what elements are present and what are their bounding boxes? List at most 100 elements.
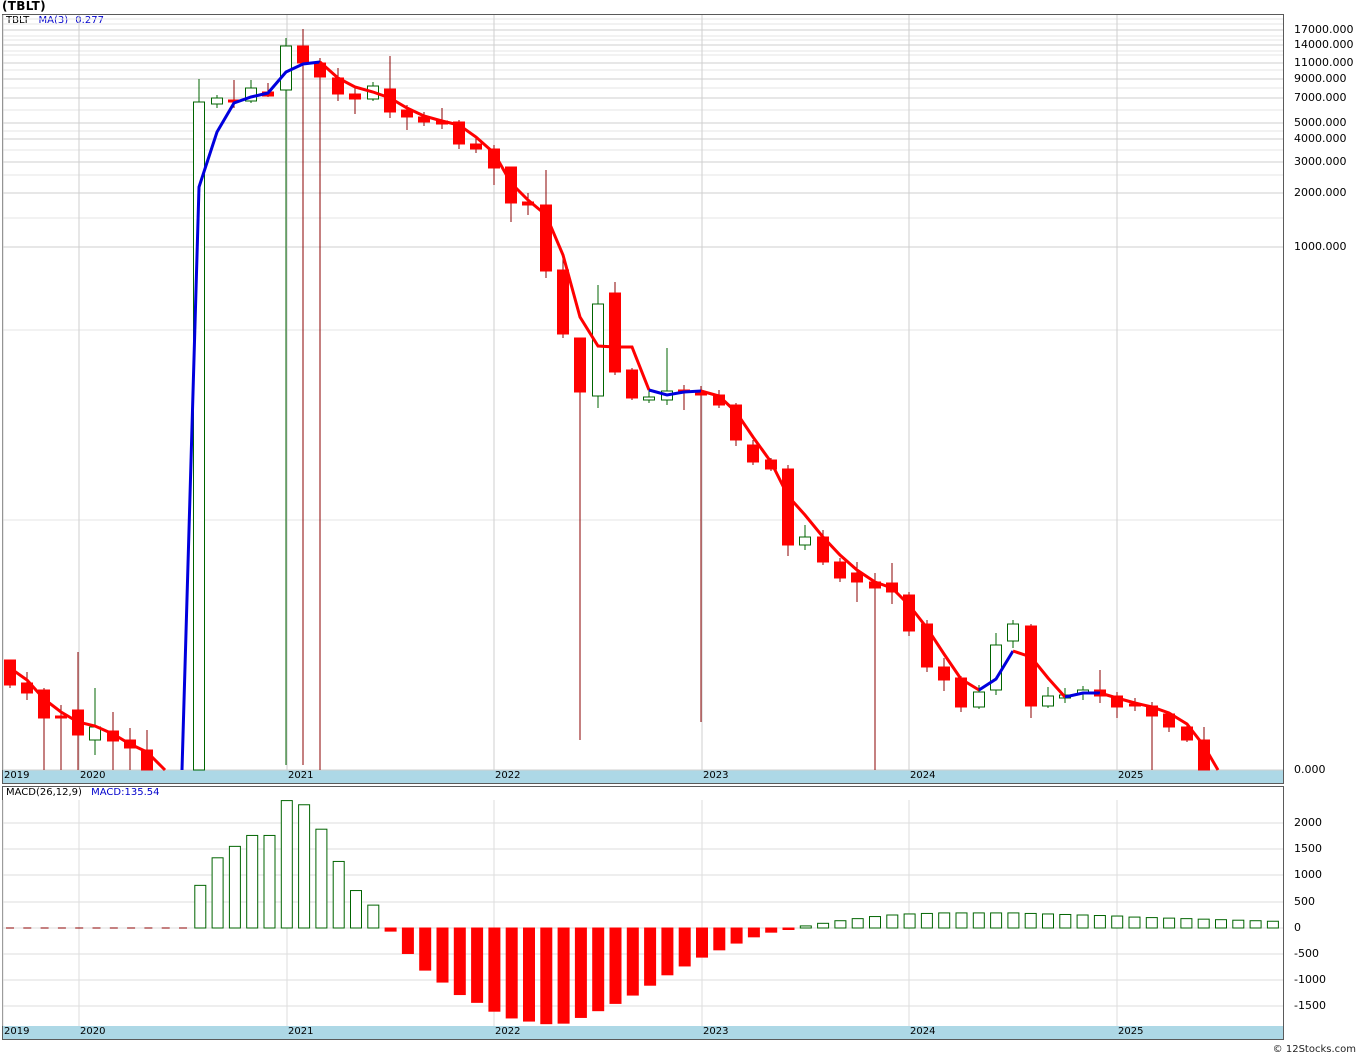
macd-bar [1197,918,1210,929]
macd-bar [990,912,1003,929]
ma3-line-segment [648,388,702,397]
macd-x-tick-label: 2020 [80,1026,106,1037]
macd-bar [419,927,432,971]
candle-down [349,93,361,100]
candle-up [1007,623,1019,642]
macd-bar [540,927,553,1025]
macd-bar [436,927,449,983]
price-y-tick-label: 3000.000 [1294,155,1347,168]
macd-bar [782,927,795,930]
macd-bar [678,927,691,967]
price-y-tick-label: 5000.000 [1294,116,1347,129]
price-x-tick-label: 2020 [80,770,106,781]
macd-bar [1180,918,1193,929]
chart-canvas [2,15,1283,1026]
price-y-tick-label: 1000.000 [1294,240,1347,253]
macd-y-tick-label: 2000 [1294,816,1322,829]
macd-y-tick-label: 1000 [1294,868,1322,881]
candle-down [938,666,950,681]
price-x-tick-label: 2024 [910,770,936,781]
price-y-tick-label: 2000.000 [1294,186,1347,199]
macd-bar [817,922,830,929]
copyright: © 12Stocks.com [1272,1044,1356,1055]
macd-x-tick-label: 2019 [4,1026,30,1037]
macd-x-tick-label: 2024 [910,1026,936,1037]
macd-bar [1249,920,1262,929]
candle-up [799,536,811,546]
macd-bar [1232,919,1245,929]
candle-up [643,396,655,401]
macd-bar [1042,913,1054,929]
macd-bar [557,927,570,1024]
macd-x-tick-label: 2023 [703,1026,729,1037]
candle-down [782,468,794,546]
macd-bar [1076,914,1089,929]
macd-x-tick-label: 2025 [1118,1026,1144,1037]
macd-bar [730,927,743,944]
macd-bar [955,912,968,929]
macd-bar [505,927,518,1019]
macd-bar [1266,920,1279,929]
ma3-line-segment [1012,649,1067,699]
macd-bar [1128,916,1141,929]
candle-down [834,561,846,579]
candle-up [280,45,292,91]
macd-bar [367,904,380,929]
candle-up [211,97,223,105]
price-y-tick-label: 9000.000 [1294,72,1347,85]
macd-y-tick-label: 500 [1294,895,1315,908]
macd-bar [609,927,622,1004]
macd-bar [765,927,778,933]
macd-bar [315,828,328,929]
macd-bar [1007,912,1020,929]
macd-bar [799,925,812,929]
macd-bar [471,927,484,1003]
price-x-tick-label: 2022 [495,770,521,781]
price-y-tick-label: 7000.000 [1294,91,1347,104]
macd-x-tick-label: 2022 [495,1026,521,1037]
price-y-tick-label: 4000.000 [1294,132,1347,145]
macd-bar [401,927,414,954]
price-y-tick-label: 14000.000 [1294,38,1354,51]
candle-up [592,303,604,397]
macd-bar [834,920,847,929]
macd-bar [246,834,259,929]
candle-down [574,337,586,393]
macd-y-tick-label: -500 [1294,947,1319,960]
price-y-tick-label: 0.000 [1294,763,1326,776]
macd-y-tick-label: -1500 [1294,999,1326,1012]
candle-down [297,45,309,64]
macd-bar [592,927,605,1012]
macd-bar [696,927,708,958]
candle-down [747,444,759,463]
ma3-line-segment [700,389,980,692]
macd-bar [644,927,657,986]
candle-up [973,691,985,708]
candle-down [609,292,621,373]
macd-bar [574,927,587,1018]
macd-bar [523,927,535,1022]
macd-bar [886,914,899,929]
candle-down [1025,625,1037,707]
macd-bar [1111,915,1124,929]
candle-down [55,715,67,719]
macd-bar [211,857,224,929]
price-y-tick-label: 17000.000 [1294,23,1354,36]
macd-bar [938,912,951,929]
macd-bar [626,927,639,996]
price-x-tick-label: 2023 [703,770,729,781]
candle-down [626,369,638,399]
macd-bar [747,927,760,938]
macd-bar [851,918,864,929]
price-y-tick-label: 11000.000 [1294,56,1354,69]
price-x-tick-label: 2021 [288,770,314,781]
candle-down [557,269,569,335]
macd-bar [920,912,933,929]
macd-bar [713,927,726,951]
macd-bar [1145,917,1158,929]
price-x-tick-label: 2025 [1118,770,1144,781]
macd-y-tick-label: -1000 [1294,973,1326,986]
macd-bar [280,800,293,929]
candle-up [1042,695,1054,707]
macd-bar [350,890,362,929]
